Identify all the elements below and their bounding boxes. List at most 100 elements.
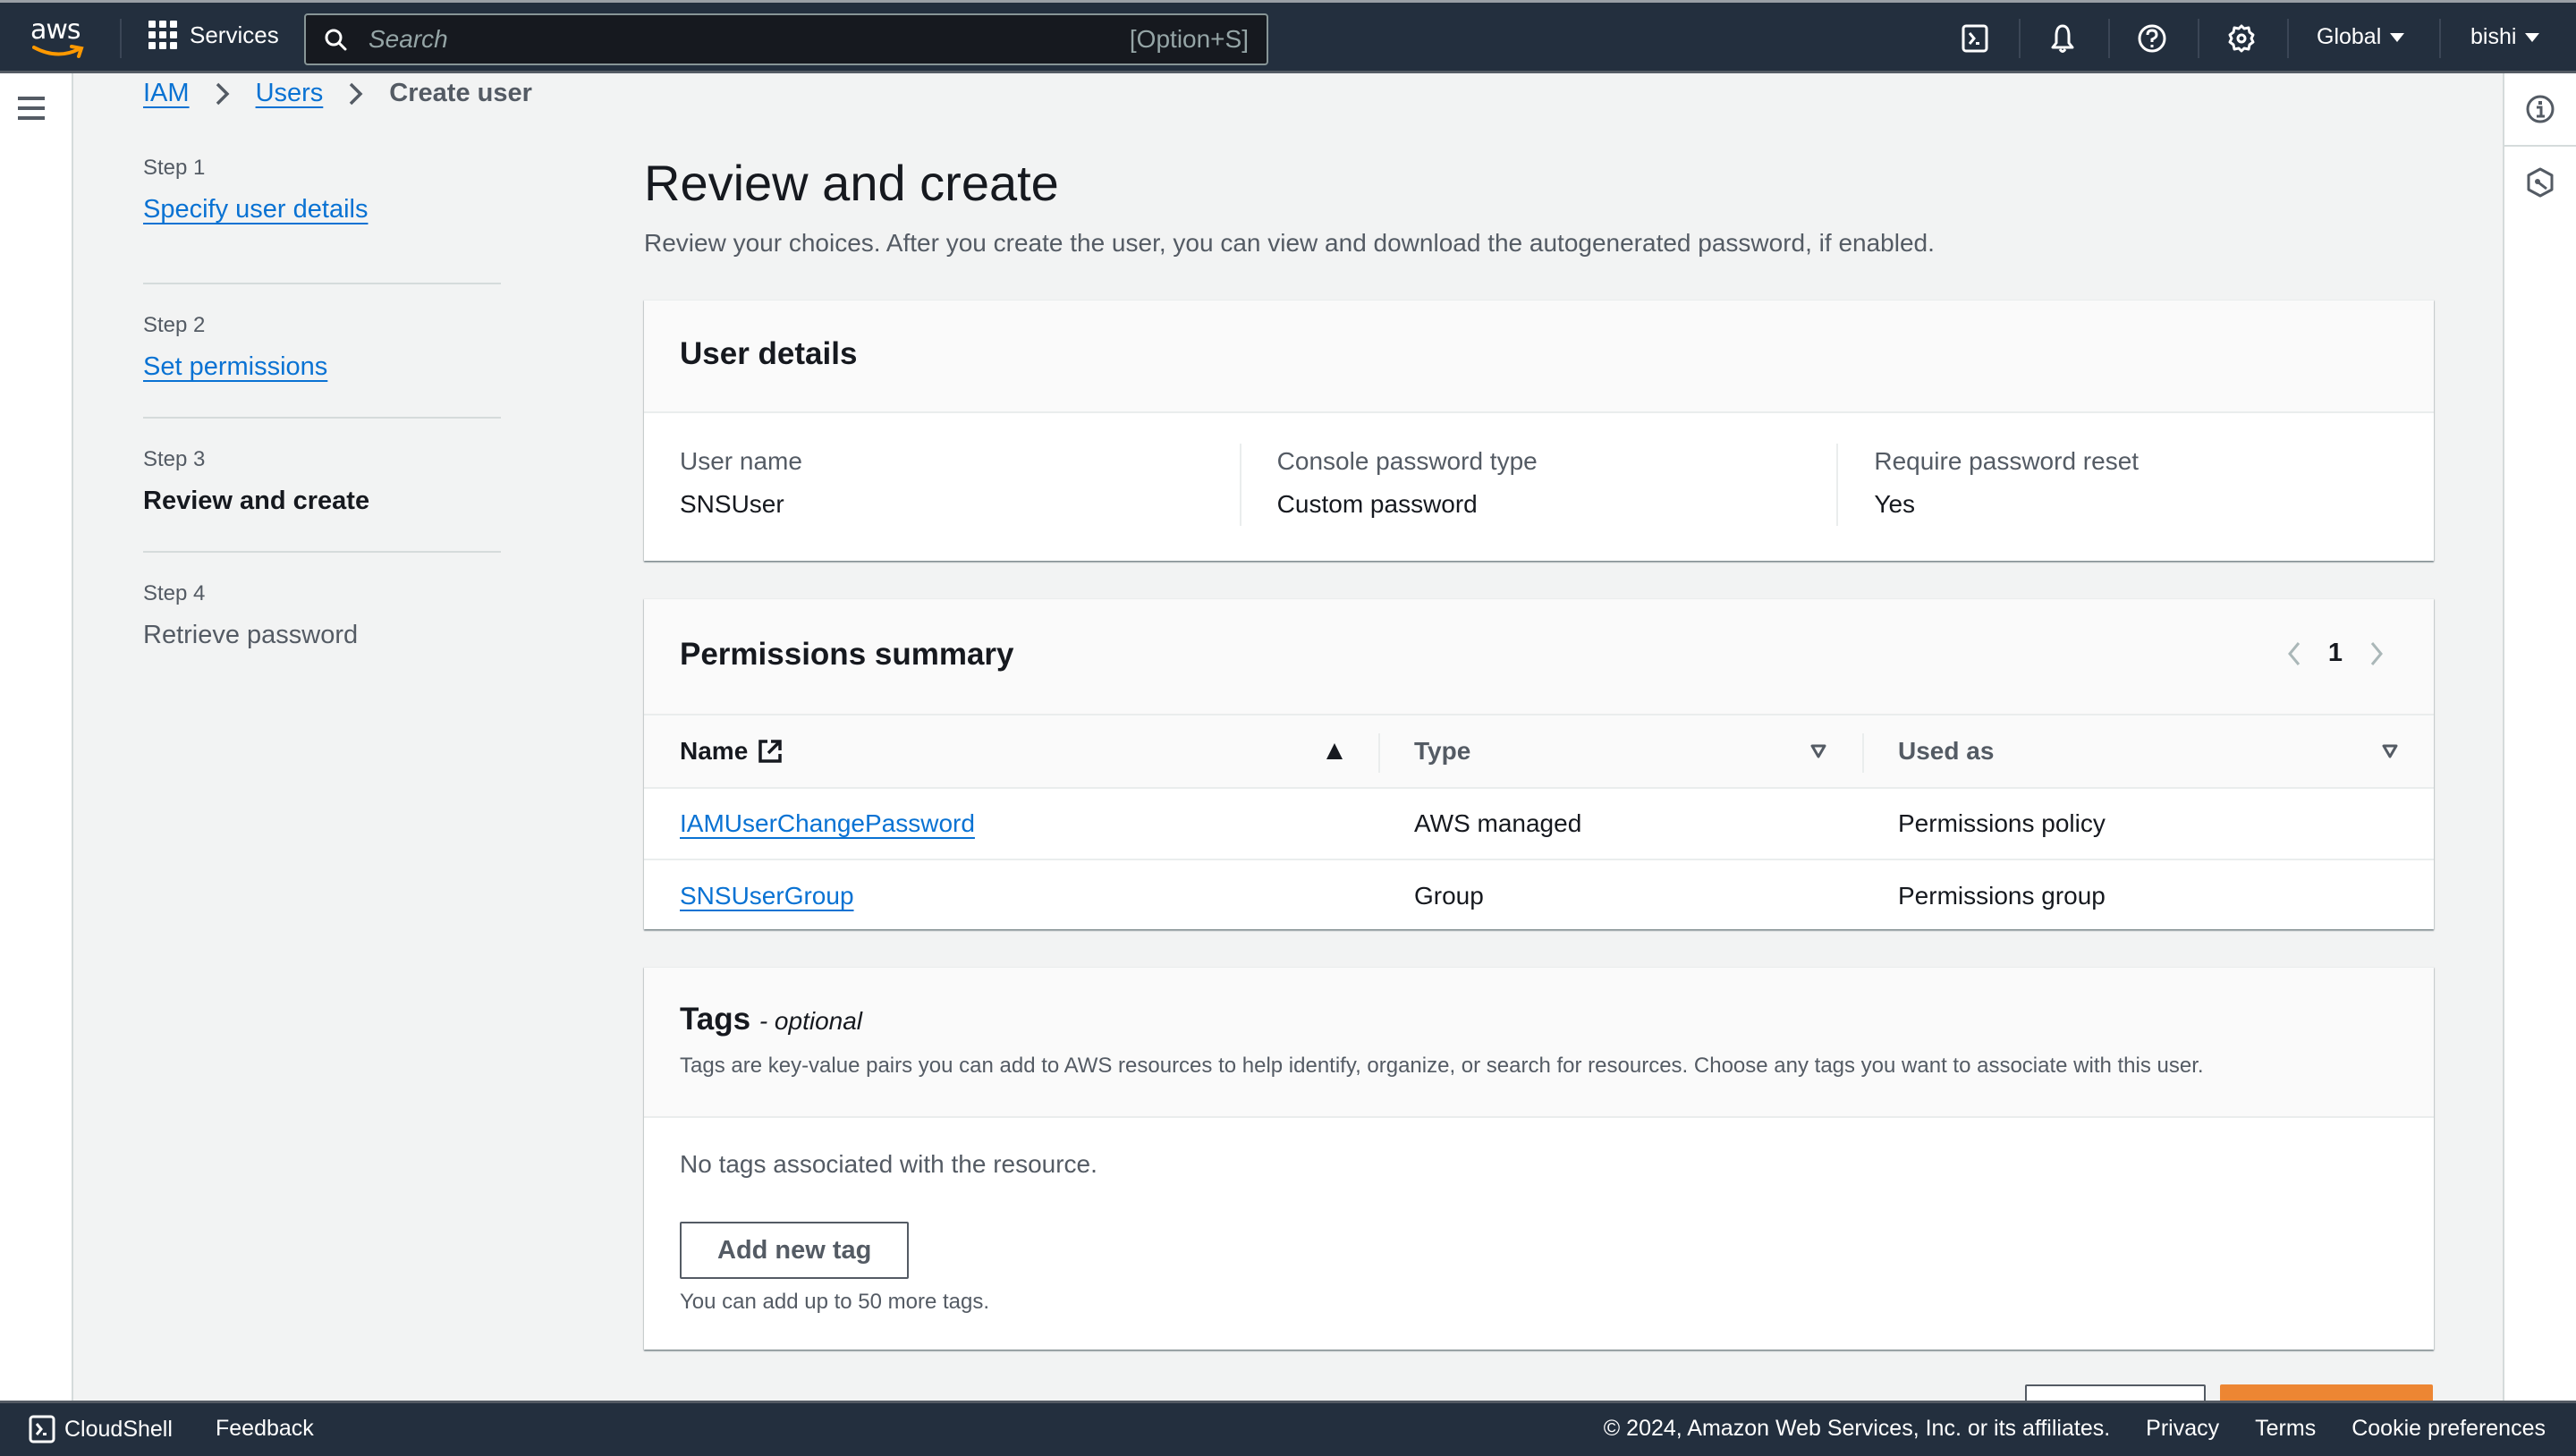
next-page-button[interactable] (2369, 640, 2384, 667)
step-current-review-and-create: Review and create (143, 487, 370, 515)
kv-console-password-type: Console password type Custom password (1239, 444, 1837, 526)
permissions-table: Name Type Used as IAMUserChangePassword … (644, 714, 2434, 931)
previous-page-button[interactable] (2287, 640, 2301, 667)
notifications-button[interactable] (2046, 22, 2079, 55)
search-input[interactable] (369, 25, 1130, 54)
column-header-used-as[interactable]: Used as (1862, 715, 2434, 788)
hamburger-icon-bar (18, 116, 45, 120)
nav-divider (2198, 19, 2199, 58)
account-username: bishi (2470, 24, 2517, 49)
chevron-right-icon (348, 81, 364, 106)
hexagon-key-icon (2527, 167, 2554, 198)
aws-logo[interactable]: aws (30, 17, 91, 62)
kv-require-password-reset: Require password reset Yes (1836, 444, 2434, 526)
container-header: Permissions summary 1 (644, 599, 2434, 714)
cloudshell-label: CloudShell (64, 1416, 173, 1442)
hamburger-icon-bar (18, 106, 45, 110)
caret-down-icon (2390, 32, 2405, 42)
account-menu[interactable]: bishi (2470, 24, 2540, 50)
help-button[interactable] (2136, 22, 2168, 55)
page-title: Review and create (644, 155, 1059, 211)
search-icon (325, 29, 347, 51)
kv-value: Custom password (1276, 490, 1478, 518)
top-navigation: aws Services [Option+S] (0, 0, 2576, 73)
aws-logo-text: aws (30, 14, 81, 46)
page-description: Review your choices. After you create th… (644, 229, 1935, 257)
region-label: Global (2317, 24, 2382, 49)
region-selector[interactable]: Global (2317, 24, 2405, 50)
step-retrieve-password: Retrieve password (143, 621, 359, 649)
cell-name: SNSUserGroup (644, 859, 1378, 931)
tools-panel-collapsed (2503, 73, 2576, 1401)
tags-heading: Tags - optional (680, 1002, 2398, 1037)
tags-limit-hint: You can add up to 50 more tags. (680, 1290, 990, 1314)
breadcrumb: IAM Users Create user (143, 79, 532, 108)
nav-divider (2287, 19, 2289, 58)
step-link-set-permissions[interactable]: Set permissions (143, 352, 501, 382)
step-link-specify-user-details[interactable]: Specify user details (143, 195, 501, 224)
grid-icon (148, 21, 177, 49)
breadcrumb-users[interactable]: Users (256, 79, 324, 108)
nav-divider (2108, 19, 2110, 58)
chevron-right-icon (215, 81, 231, 106)
container-header: User details (644, 301, 2434, 413)
footer-links: © 2024, Amazon Web Services, Inc. or its… (1604, 1416, 2546, 1442)
chevron-right-icon (2370, 641, 2383, 665)
info-panel-button[interactable] (2504, 73, 2576, 145)
hamburger-icon (18, 97, 45, 100)
privacy-link[interactable]: Privacy (2146, 1416, 2219, 1442)
empty-state-text: No tags associated with the resource. (680, 1150, 1097, 1178)
cell-type: Group (1414, 881, 1484, 910)
settings-button[interactable] (2225, 22, 2258, 55)
column-header-name[interactable]: Name (644, 715, 1378, 788)
search-bar[interactable]: [Option+S] (304, 13, 1268, 65)
group-link[interactable]: SNSUserGroup (680, 882, 854, 910)
user-details-container: User details User name SNSUser Console p… (644, 300, 2434, 561)
optional-label: - optional (758, 1007, 863, 1035)
table-row: IAMUserChangePassword AWS managed Permis… (644, 788, 2434, 859)
menu-toggle-button[interactable] (18, 97, 54, 126)
cookie-preferences-link[interactable]: Cookie preferences (2351, 1416, 2546, 1442)
tags-description: Tags are key-value pairs you can add to … (680, 1054, 2204, 1078)
table-row: SNSUserGroup Group Permissions group (644, 859, 2434, 931)
tags-container: Tags - optional Tags are key-value pairs… (644, 967, 2434, 1350)
cell-type: AWS managed (1414, 809, 1582, 837)
security-panel-button[interactable] (2504, 147, 2576, 218)
cloudshell-icon (29, 1415, 55, 1443)
step-number: Step 1 (143, 156, 206, 180)
column-header-type[interactable]: Type (1378, 715, 1862, 788)
services-menu-button[interactable]: Services (148, 21, 279, 49)
policy-link[interactable]: IAMUserChangePassword (680, 809, 975, 837)
cell-used-as: Permissions group (1898, 881, 2106, 910)
feedback-link[interactable]: Feedback (216, 1416, 314, 1442)
pagination: 1 (2287, 639, 2384, 668)
cloudshell-footer-button[interactable]: CloudShell (29, 1415, 173, 1443)
sort-icon[interactable] (2382, 744, 2398, 758)
add-new-tag-button[interactable]: Add new tag (680, 1222, 910, 1279)
external-link-icon (758, 740, 783, 763)
kv-key: Console password type (1276, 447, 1538, 475)
permissions-summary-heading: Permissions summary (680, 637, 1014, 672)
step-number: Step 2 (143, 313, 206, 337)
current-page-number[interactable]: 1 (2328, 639, 2343, 668)
copyright-text: © 2024, Amazon Web Services, Inc. or its… (1603, 1416, 2111, 1441)
services-label: Services (190, 21, 279, 48)
console-footer: CloudShell Feedback © 2024, Amazon Web S… (0, 1401, 2576, 1456)
sort-icon[interactable] (1810, 744, 1826, 758)
sort-ascending-icon[interactable] (1326, 743, 1343, 759)
column-header-label: Used as (1898, 737, 1995, 765)
breadcrumb-iam[interactable]: IAM (143, 79, 190, 108)
terms-link[interactable]: Terms (2255, 1416, 2316, 1442)
wizard-steps: Step 1 Specify user details Step 2 Set p… (143, 150, 501, 687)
kv-value: Yes (1874, 490, 1916, 518)
wizard-step-1: Step 1 Specify user details (143, 150, 501, 284)
chevron-left-icon (2287, 641, 2301, 665)
tags-title: Tags (680, 1002, 751, 1037)
nav-divider (2019, 19, 2021, 58)
key-value-pairs: User name SNSUser Console password type … (644, 413, 2434, 526)
column-header-label: Type (1414, 737, 1471, 765)
cloudshell-button[interactable] (1959, 22, 1991, 55)
wizard-step-2: Step 2 Set permissions (143, 284, 501, 419)
table-header-row: Name Type Used as (644, 715, 2434, 788)
column-header-label: Name (680, 737, 749, 765)
